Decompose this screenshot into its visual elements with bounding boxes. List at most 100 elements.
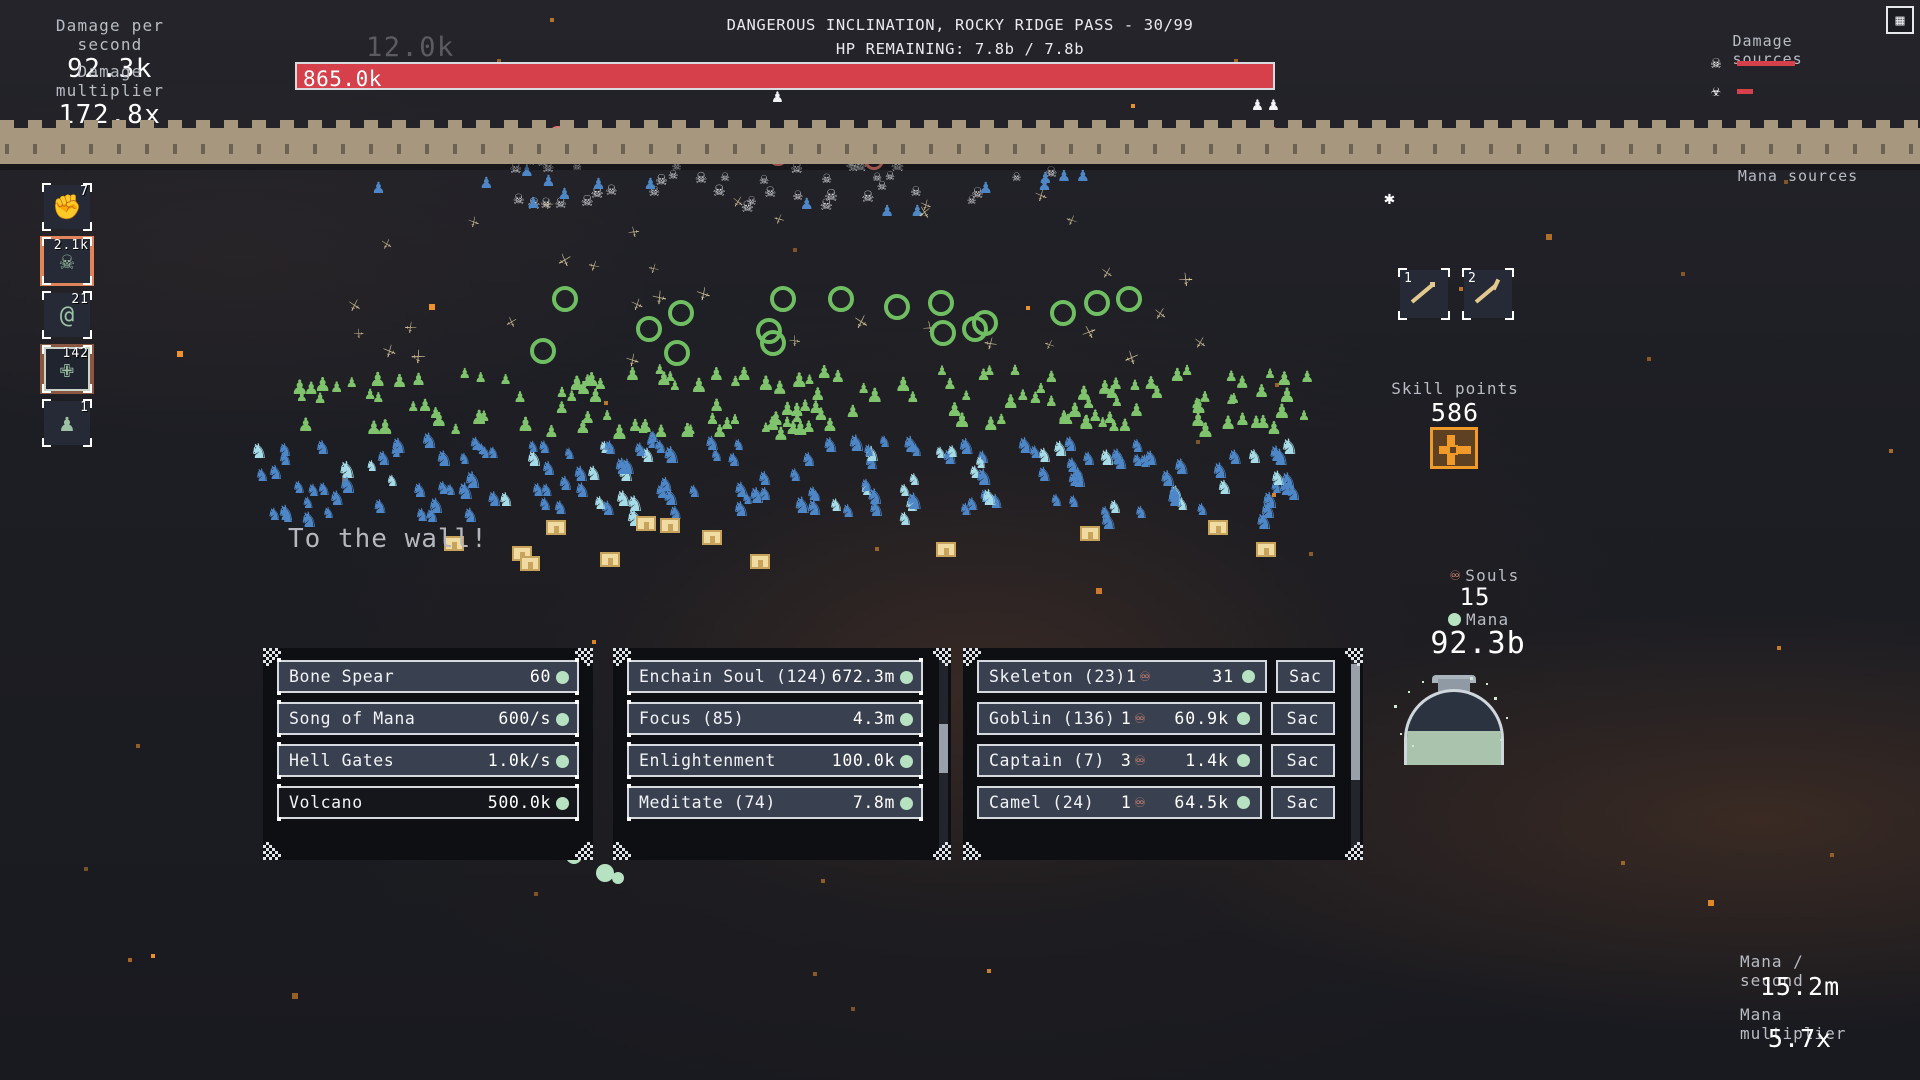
wand-slot-list[interactable]: 12 [1400, 270, 1512, 318]
enemy-skeleton: ☠ [862, 187, 873, 206]
ally-archer: ♟ [393, 369, 406, 391]
ember-particle [550, 18, 554, 22]
skill-tree-icon[interactable] [1430, 427, 1478, 469]
upgrade-row[interactable]: Focus (85)4.3m [627, 702, 923, 735]
sacrifice-button[interactable]: Sac [1276, 660, 1335, 693]
wand-slot-2[interactable]: 2 [1464, 270, 1512, 318]
hell-gate-ring [1050, 300, 1076, 326]
upgrade-row[interactable]: Meditate (74)7.8m [627, 786, 923, 819]
ally-cavalry: ♞ [564, 446, 575, 464]
ally-cavalry: ♞ [1053, 437, 1067, 461]
boss-hp-bar: 865.0k [295, 62, 1275, 90]
mana-flask[interactable] [1404, 675, 1504, 765]
ability-bar[interactable]: ✊7☠2.1k@21✙142♟1 [40, 182, 94, 452]
ally-archer: ♟ [1226, 367, 1237, 385]
sacrifice-button[interactable]: Sac [1271, 786, 1335, 819]
ally-cavalry: ♞ [413, 479, 426, 501]
loot-chest [660, 518, 680, 533]
ember-particle [875, 547, 879, 551]
spell-row-list[interactable]: Bone Spear60 Song of Mana600/s Hell Gates1… [277, 660, 579, 819]
unit-panel-scrollbar[interactable] [1351, 660, 1360, 848]
ability-slot-fist[interactable]: ✊7 [40, 182, 94, 232]
unit-soul-cost: 1♾ [1121, 709, 1146, 728]
ally-archer: ♟ [451, 421, 461, 438]
wall-crenel [812, 120, 826, 130]
ally-cavalry: ♞ [975, 454, 986, 472]
upgrade-row-list[interactable]: Enchain Soul (124)672.3m Focus (85)4.3m En… [627, 660, 937, 819]
unit-row-list[interactable]: Skeleton (23)1♾31SacGoblin (136)1♾60.9kS… [977, 660, 1349, 819]
sacrifice-button[interactable]: Sac [1271, 744, 1335, 777]
wall-banner: ♟ [1268, 96, 1279, 114]
ally-cavalry: ♞ [823, 433, 837, 457]
wall-arrow-slit [1517, 144, 1521, 154]
hell-gate-ring [770, 286, 796, 312]
bone-spear-projectile: ⚔ [381, 341, 399, 363]
ember-particle [987, 969, 991, 973]
spell-row[interactable]: Hell Gates1.0k/s [277, 744, 579, 777]
unit-panel-scroll-thumb[interactable] [1351, 664, 1360, 781]
unit-summon-button[interactable]: Captain (7)3♾1.4k [977, 744, 1262, 777]
ally-archer: ♟ [1017, 386, 1028, 404]
mana-bubble [1400, 733, 1402, 735]
wall-crenel [1064, 120, 1078, 130]
ally-archer: ♟ [1277, 367, 1291, 390]
ability-slot-poison-flask[interactable]: ☠2.1k [40, 236, 94, 286]
ability-slot-shell[interactable]: @21 [40, 290, 94, 340]
ally-cavalry: ♞ [316, 437, 329, 459]
skill-points-value: 586 [1431, 398, 1479, 427]
loot-chest [1256, 542, 1276, 557]
sacrifice-button[interactable]: Sac [1271, 702, 1335, 735]
unit-row: Captain (7)3♾1.4k Sac [977, 744, 1335, 777]
ally-archer: ♟ [1265, 365, 1275, 381]
ember-particle [1708, 900, 1714, 906]
bracket-corner [1505, 311, 1514, 320]
ally-cavalry: ♞ [499, 489, 512, 511]
unit-summon-button[interactable]: Skeleton (23)1♾31 [977, 660, 1267, 693]
ally-archer: ♟ [316, 372, 330, 396]
ability-slot-golem[interactable]: ♟1 [40, 398, 94, 448]
panel-corner-ornament [613, 840, 633, 860]
loot-chest-lock [554, 526, 559, 533]
mana-orb-icon [1237, 712, 1250, 725]
wall-arrow-slit [1461, 144, 1465, 154]
spell-row[interactable]: Song of Mana600/s [277, 702, 579, 735]
spell-row[interactable]: Bone Spear60 [277, 660, 579, 693]
upgrade-cost: 672.3m [832, 667, 913, 686]
wand-slot-1[interactable]: 1 [1400, 270, 1448, 318]
upgrade-row[interactable]: Enlightenment100.0k [627, 744, 923, 777]
loot-chest-lock [944, 548, 949, 555]
spell-cost: 60 [530, 667, 569, 686]
wall-arrow-slit [705, 144, 709, 154]
wall-crenel [140, 120, 154, 130]
mana-orb-icon [900, 713, 913, 726]
ember-particle [1777, 646, 1781, 650]
ally-archer: ♟ [515, 388, 526, 406]
wall-arrow-slit [1041, 144, 1045, 154]
damage-source-row: ☠ [1705, 52, 1795, 74]
ally-cavalry: ♞ [879, 433, 890, 451]
wall-crenel [1260, 120, 1274, 130]
ally-cavalry: ♞ [1068, 493, 1079, 512]
ability-slot-shield[interactable]: ✙142 [40, 344, 94, 394]
spell-row[interactable]: Volcano500.0k [277, 786, 579, 819]
ally-archer: ♟ [595, 375, 606, 394]
wall-arrow-slit [593, 144, 597, 154]
bone-spear-projectile: ⚔ [351, 326, 367, 342]
unit-summon-button[interactable]: Camel (24)1♾64.5k [977, 786, 1262, 819]
loot-chest [546, 520, 566, 535]
wall-crenel [28, 120, 42, 130]
damage-source-bar [1737, 61, 1795, 66]
ally-archer: ♟ [1130, 377, 1141, 395]
wall-arrow-slit [173, 144, 177, 154]
wall-crenel [1344, 120, 1358, 130]
upgrade-panel-scroll-thumb[interactable] [939, 724, 948, 773]
wall-arrow-slit [901, 144, 905, 154]
unit-name: Goblin (136) [989, 709, 1121, 728]
wall-crenel [952, 120, 966, 130]
ally-archer: ♟ [961, 387, 971, 403]
upgrade-row[interactable]: Enchain Soul (124)672.3m [627, 660, 923, 693]
upgrade-panel-scrollbar[interactable] [939, 660, 948, 848]
menu-grid-icon[interactable]: ▦ [1886, 6, 1914, 34]
ally-cavalry: ♞ [848, 430, 864, 456]
unit-summon-button[interactable]: Goblin (136)1♾60.9k [977, 702, 1262, 735]
